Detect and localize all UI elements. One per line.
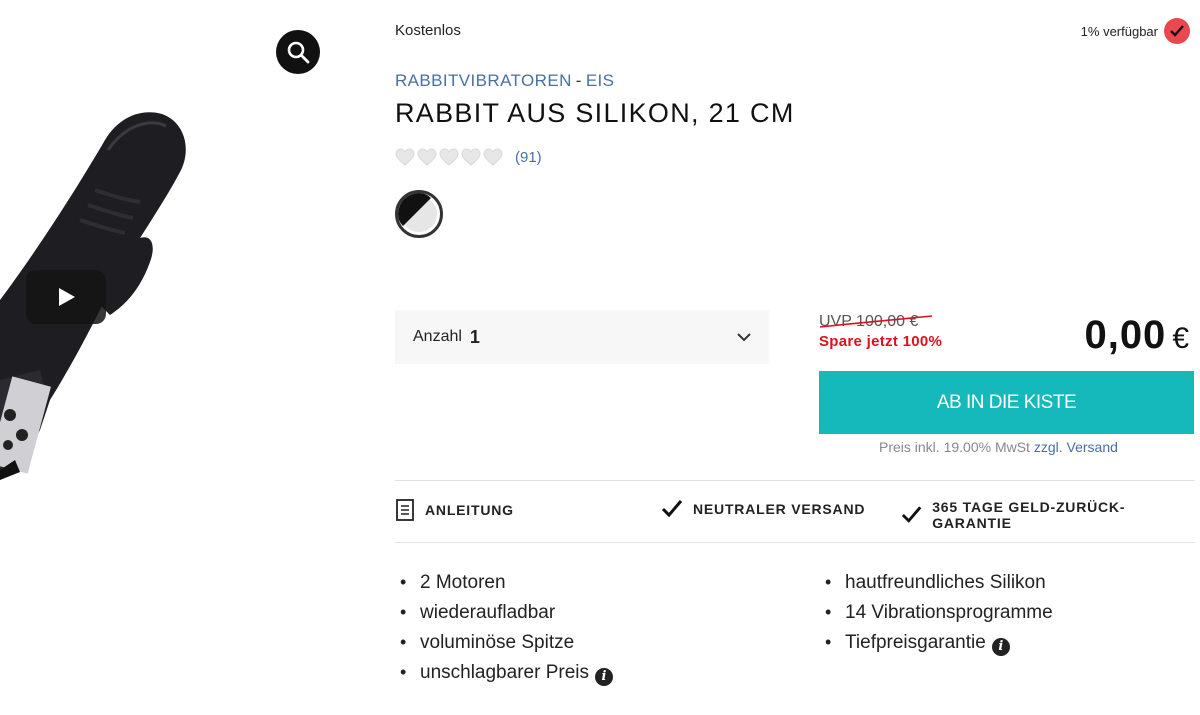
quantity-select[interactable]: Anzahl 1: [395, 310, 769, 364]
info-icon[interactable]: i: [991, 637, 1010, 656]
video-play-button[interactable]: [26, 270, 106, 324]
chevron-down-icon: [737, 333, 751, 342]
feature-neutral-shipping: NEUTRALER VERSAND: [661, 499, 865, 519]
feature-money-back: 365 TAGE GELD-ZURÜCK-GARANTIE: [901, 499, 1195, 531]
list-item: unschlagbarer Preis i: [395, 660, 613, 690]
list-item-text: Tiefpreisgarantie: [845, 632, 986, 653]
product-info: Kostenlos 1% verfügbar RABBITVIBRATOREN -…: [395, 0, 1195, 715]
list-item-text: unschlagbarer Preis: [420, 662, 589, 683]
list-item: Tiefpreisgarantie i: [820, 630, 1053, 660]
heart-icon: [461, 148, 481, 166]
tax-note: Preis inkl. 19.00% MwSt zzgl. Versand: [879, 439, 1118, 455]
feature-bar: ANLEITUNG NEUTRALER VERSAND 365 TAGE GEL…: [395, 481, 1195, 542]
play-icon: [59, 288, 75, 306]
info-icon[interactable]: i: [594, 667, 613, 686]
feature-label: NEUTRALER VERSAND: [693, 501, 866, 517]
product-image[interactable]: [0, 0, 340, 715]
breadcrumb-subcategory[interactable]: EIS: [586, 71, 615, 90]
price-value: 0,00: [1084, 313, 1167, 357]
list-item-text: hautfreundliches Silikon: [845, 572, 1046, 593]
strikethrough-icon: [819, 315, 933, 328]
list-item: 2 Motoren: [395, 570, 613, 600]
divider: [395, 542, 1195, 543]
tax-note-text: Preis inkl. 19.00% MwSt: [879, 439, 1030, 455]
price: 0,00 €: [1084, 313, 1190, 358]
rating[interactable]: (91): [395, 148, 542, 166]
quantity-label: Anzahl: [413, 328, 462, 345]
availability-indicator: 1% verfügbar: [1081, 18, 1190, 44]
heart-icon: [483, 148, 503, 166]
shipping-link[interactable]: Versand: [1067, 439, 1118, 455]
breadcrumb: RABBITVIBRATOREN - EIS: [395, 71, 614, 91]
magnifier-icon: [287, 41, 310, 64]
document-icon: [396, 499, 414, 521]
heart-icon: [395, 148, 415, 166]
zoom-button[interactable]: [276, 30, 320, 74]
list-item-text: voluminöse Spitze: [420, 632, 575, 653]
feature-label: 365 TAGE GELD-ZURÜCK-GARANTIE: [932, 499, 1126, 531]
list-item-text: wiederaufladbar: [420, 602, 556, 623]
shipping-info: Kostenlos: [395, 22, 461, 39]
list-item: wiederaufladbar: [395, 600, 613, 630]
checkmark-icon: [901, 506, 922, 523]
breadcrumb-separator: -: [575, 71, 582, 90]
feature-list-left: 2 Motoren wiederaufladbar voluminöse Spi…: [395, 570, 613, 690]
list-item-text: 14 Vibrationsprogramme: [845, 602, 1053, 623]
feature-manual[interactable]: ANLEITUNG: [395, 499, 514, 521]
saving-label: Spare jetzt 100%: [819, 333, 943, 350]
currency: €: [1172, 322, 1190, 355]
add-to-cart-button[interactable]: AB IN DIE KISTE: [819, 371, 1194, 434]
list-item: hautfreundliches Silikon: [820, 570, 1053, 600]
review-count[interactable]: (91): [515, 149, 542, 166]
shipping-link-prefix[interactable]: zzgl.: [1034, 439, 1063, 455]
feature-label: ANLEITUNG: [425, 502, 514, 518]
heart-icon: [417, 148, 437, 166]
product-gallery: [0, 0, 340, 715]
feature-list-right: hautfreundliches Silikon 14 Vibrationspr…: [820, 570, 1053, 660]
list-item: 14 Vibrationsprogramme: [820, 600, 1053, 630]
heart-icon: [439, 148, 459, 166]
checkmark-icon: [1164, 18, 1190, 44]
quantity-value: 1: [469, 326, 480, 347]
availability-label: 1% verfügbar: [1080, 23, 1158, 39]
product-title: RABBIT AUS SILIKON, 21 CM: [395, 98, 795, 128]
color-swatch[interactable]: [395, 190, 443, 238]
list-item-text: 2 Motoren: [420, 572, 506, 593]
list-item: voluminöse Spitze: [395, 630, 613, 660]
checkmark-icon: [661, 500, 683, 518]
breadcrumb-category[interactable]: RABBITVIBRATOREN: [395, 71, 572, 90]
